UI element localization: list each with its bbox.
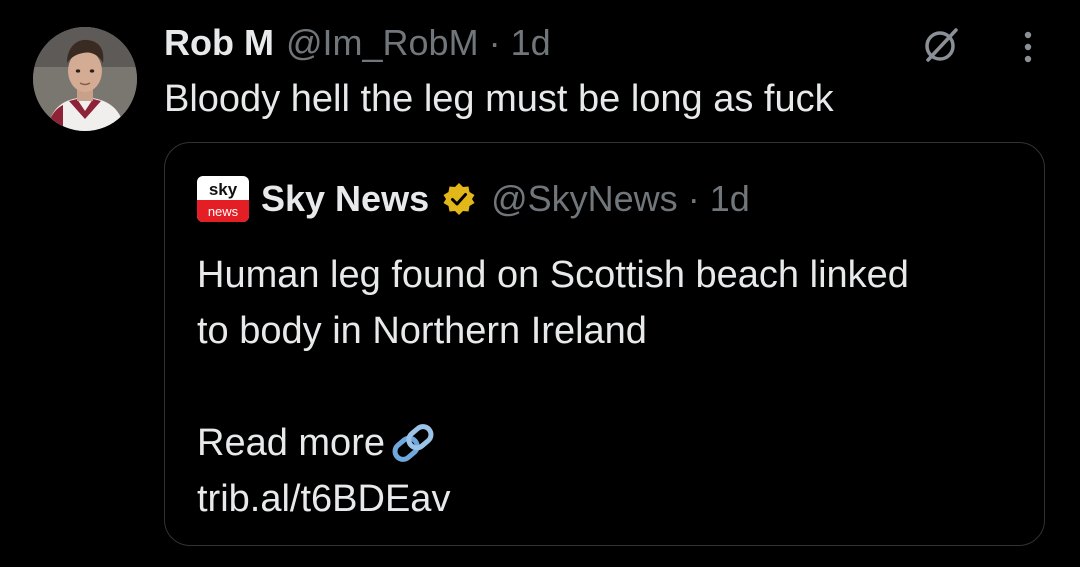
read-more-line: Read more	[197, 415, 1027, 471]
grok-icon[interactable]	[918, 22, 964, 68]
separator-dot: ·	[687, 178, 700, 219]
quoted-author-name[interactable]: Sky News	[261, 178, 429, 220]
logo-text-sky: sky	[209, 180, 238, 199]
read-more-text: Read more	[197, 422, 385, 464]
author-name[interactable]: Rob M	[164, 22, 274, 64]
quoted-tweet-header: sky news Sky News @SkyNews · 1d	[197, 176, 750, 222]
quoted-tweet[interactable]: sky news Sky News @SkyNews · 1d Human le…	[164, 142, 1045, 546]
short-url-link[interactable]: trib.al/t6BDEav	[197, 471, 1027, 527]
timestamp[interactable]: 1d	[511, 22, 551, 64]
quoted-text-line: to body in Northern Ireland	[197, 310, 647, 352]
link-icon	[387, 421, 439, 465]
quoted-author-handle[interactable]: @SkyNews	[491, 178, 678, 220]
separator-dot: ·	[488, 22, 501, 63]
sky-news-logo[interactable]: sky news	[197, 176, 249, 222]
avatar[interactable]	[33, 27, 137, 131]
quoted-text-line: Human leg found on Scottish beach linked	[197, 254, 909, 296]
author-handle[interactable]: @Im_RobM	[286, 22, 479, 64]
quoted-timestamp[interactable]: 1d	[710, 178, 750, 220]
quoted-tweet-text: Human leg found on Scottish beach linked…	[197, 247, 1027, 527]
tweet-header: Rob M @Im_RobM · 1d	[164, 22, 551, 68]
tweet[interactable]: Rob M @Im_RobM · 1d Bloody hell the leg …	[0, 0, 1080, 567]
tweet-text: Bloody hell the leg must be long as fuck	[164, 78, 834, 120]
logo-text-news: news	[208, 204, 239, 219]
more-vertical-icon[interactable]	[1008, 24, 1048, 70]
verified-badge-icon	[441, 181, 477, 217]
